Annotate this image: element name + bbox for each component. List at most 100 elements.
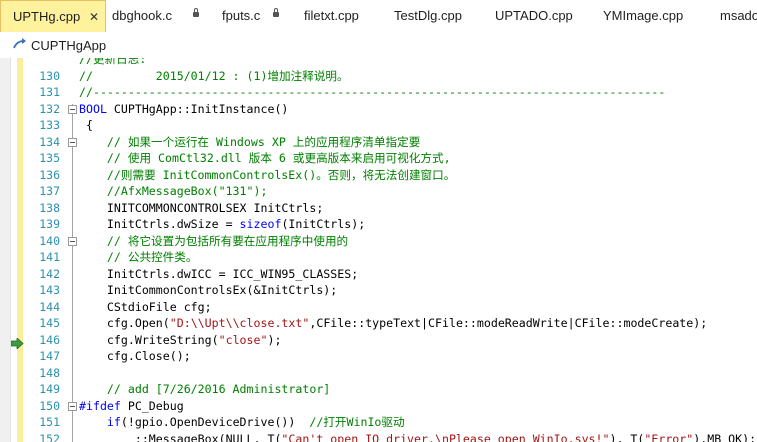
code-comment: //--------------------------------------…	[79, 85, 666, 99]
collapse-icon[interactable]	[68, 236, 77, 246]
tab-label: filetxt.cpp	[304, 8, 359, 23]
code-text: cfg.WriteString("close");	[79, 332, 282, 349]
code-text: // 将它设置为包括所有要在应用程序中使用的	[79, 233, 348, 250]
line-number: 145	[39, 316, 60, 330]
lock-icon	[273, 8, 279, 17]
line-number: 143	[39, 283, 60, 297]
line-number: 130	[39, 68, 60, 83]
tab-msado[interactable]: msado	[708, 0, 757, 32]
code-text: InitCommonControlsEx(&InitCtrls);	[79, 282, 337, 299]
code-text: // add [7/26/2016 Administrator]	[79, 381, 330, 398]
line-number: 140	[39, 233, 60, 248]
line-number: 137	[39, 184, 60, 198]
close-icon[interactable]: ✕	[89, 1, 99, 33]
code-text: cfg.Open("D:\\Upt\\close.txt",CFile::typ…	[79, 315, 707, 332]
code-line[interactable]: 150 #ifdef PC_Debug	[0, 398, 757, 415]
tab-upthg-cpp[interactable]: UPTHg.cpp ✕	[0, 0, 106, 32]
code-token: CStdioFile cfg;	[79, 299, 212, 314]
code-token: ,CFile::typeText|CFile::modeReadWrite|CF…	[309, 316, 708, 330]
collapse-icon[interactable]	[68, 401, 77, 411]
tab-label: msado	[720, 8, 757, 23]
line-number: 132	[39, 101, 60, 116]
code-text: InitCtrls.dwICC = ICC_WIN95_CLASSES;	[79, 266, 358, 283]
code-line[interactable]: 136 //则需要 InitCommonControlsEx()。否则，将无法创…	[0, 167, 757, 184]
code-line[interactable]: 144 CStdioFile cfg;	[0, 299, 757, 316]
code-token: PC_Debug	[120, 398, 184, 413]
code-comment: //更新日志:	[79, 58, 147, 66]
lock-icon	[193, 8, 199, 17]
code-token: ::MessageBox(NULL,_T(	[79, 431, 282, 442]
document-tab-strip: UPTHg.cpp ✕ dbghook.c fputs.c filetxt.cp…	[0, 0, 757, 34]
line-number: 138	[39, 200, 60, 215]
class-navigation-icon	[13, 38, 26, 49]
code-line[interactable]: 151 if(!gpio.OpenDeviceDrive()) //打开WinI…	[0, 414, 757, 431]
code-line[interactable]: 152 ::MessageBox(NULL,_T("Can't open IO …	[0, 431, 757, 442]
code-line[interactable]: 145 cfg.Open("D:\\Upt\\close.txt",CFile:…	[0, 315, 757, 332]
tab-dbghook-c[interactable]: dbghook.c	[106, 0, 210, 32]
code-line[interactable]: 138 INITCOMMONCONTROLSEX InitCtrls;	[0, 200, 757, 217]
collapse-icon[interactable]	[68, 104, 77, 114]
line-number: 149	[39, 382, 60, 396]
code-line[interactable]: 143 InitCommonControlsEx(&InitCtrls);	[0, 282, 757, 299]
code-editor[interactable]: //更新日志: 130 // 2015/01/12 : (1)增加注释说明。 131 /…	[0, 58, 757, 442]
code-token: {	[79, 118, 93, 132]
line-number: 152	[39, 431, 60, 442]
code-line[interactable]: 133 {	[0, 117, 757, 134]
line-number: 148	[39, 365, 60, 380]
code-text: //AfxMessageBox("131");	[79, 183, 268, 200]
code-string: "close"	[218, 332, 268, 347]
tab-label: dbghook.c	[112, 8, 172, 23]
code-text: //更新日志:	[79, 58, 146, 68]
line-number: 141	[39, 250, 60, 264]
tab-uptado-cpp[interactable]: UPTADO.cpp	[483, 0, 591, 32]
code-line[interactable]: 142 InitCtrls.dwICC = ICC_WIN95_CLASSES;	[0, 266, 757, 283]
code-string: "D:\\Upt\\close.txt"	[169, 316, 310, 330]
code-line[interactable]: 137 //AfxMessageBox("131");	[0, 183, 757, 200]
code-line[interactable]: 146 cfg.WriteString("close");	[0, 332, 757, 349]
class-scope-dropdown[interactable]: CUPTHgApp	[31, 33, 106, 58]
code-line[interactable]: 140 // 将它设置为包括所有要在应用程序中使用的	[0, 233, 757, 250]
code-line[interactable]: 131 //-----------------------------------…	[0, 84, 757, 101]
code-line[interactable]: 149 // add [7/26/2016 Administrator]	[0, 381, 757, 398]
tab-label: TestDlg.cpp	[394, 8, 462, 23]
line-number: 150	[39, 398, 60, 413]
code-token: );	[267, 332, 282, 347]
code-text: // 使用 ComCtl32.dll 版本 6 或更高版本来启用可视化方式,	[79, 150, 451, 167]
code-text: cfg.Close();	[79, 348, 191, 365]
code-line[interactable]: //更新日志:	[0, 58, 757, 68]
tab-testdlg-cpp[interactable]: TestDlg.cpp	[382, 0, 483, 32]
code-keyword: BOOL	[79, 101, 107, 116]
line-number: 136	[39, 167, 60, 182]
code-text: BOOL CUPTHgApp::InitInstance()	[79, 101, 288, 118]
code-comment: // 2015/01/12 : (1)增加注释说明。	[79, 68, 349, 83]
collapse-icon[interactable]	[68, 137, 77, 147]
code-text: #ifdef PC_Debug	[79, 398, 184, 415]
code-keyword: #ifdef	[79, 398, 121, 413]
code-token: (!gpio.OpenDeviceDrive())	[120, 415, 310, 429]
code-text: // 公共控件类。	[79, 249, 198, 266]
code-token: InitCommonControlsEx(&InitCtrls);	[79, 283, 338, 297]
code-text: //--------------------------------------…	[79, 84, 665, 101]
code-text: ::MessageBox(NULL,_T("Can't open IO driv…	[79, 431, 756, 442]
line-number: 147	[39, 349, 60, 363]
code-line[interactable]: 134 // 如果一个运行在 Windows XP 上的应用程序清单指定要	[0, 134, 757, 151]
code-string: "Error"	[644, 431, 694, 442]
navigation-bar: CUPTHgApp	[0, 33, 757, 59]
code-token: cfg.Open(	[79, 316, 170, 330]
tab-filetxt-cpp[interactable]: filetxt.cpp	[292, 0, 382, 32]
code-line[interactable]: 147 cfg.Close();	[0, 348, 757, 365]
tab-label: UPTHg.cpp	[13, 9, 81, 24]
code-string: "Can't open IO driver.\nPlease open WinI…	[281, 431, 610, 442]
code-line[interactable]: 135 // 使用 ComCtl32.dll 版本 6 或更高版本来启用可视化方…	[0, 150, 757, 167]
code-keyword: if	[106, 415, 121, 429]
tab-label: UPTADO.cpp	[495, 8, 573, 23]
code-comment: //打开WinIo驱动	[309, 415, 405, 429]
code-line[interactable]: 148	[0, 365, 757, 382]
code-line[interactable]: 141 // 公共控件类。	[0, 249, 757, 266]
line-number: 135	[39, 151, 60, 165]
code-line[interactable]: 139 InitCtrls.dwSize = sizeof(InitCtrls)…	[0, 216, 757, 233]
code-line[interactable]: 132 BOOL CUPTHgApp::InitInstance()	[0, 101, 757, 118]
tab-ymimage-cpp[interactable]: YMImage.cpp	[591, 0, 708, 32]
tab-fputs-c[interactable]: fputs.c	[210, 0, 292, 32]
code-line[interactable]: 130 // 2015/01/12 : (1)增加注释说明。	[0, 68, 757, 85]
